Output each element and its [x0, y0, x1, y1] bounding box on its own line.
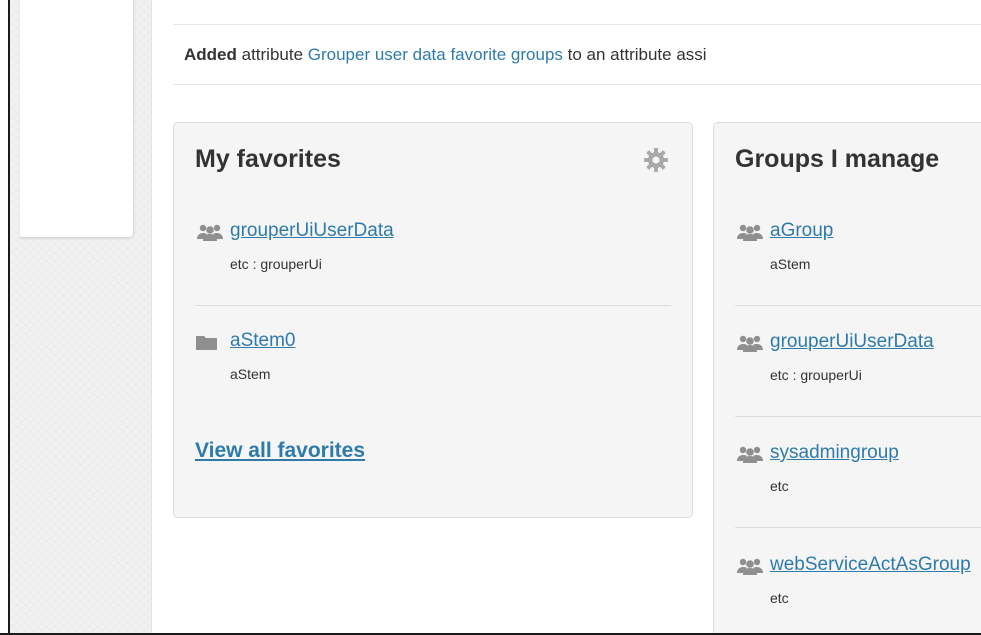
divider — [735, 305, 981, 306]
divider — [735, 527, 981, 528]
managed-group-item: grouperUiUserData etc : grouperUi — [735, 330, 981, 430]
divider — [195, 305, 671, 306]
managed-group-link[interactable]: sysadmingroup — [735, 441, 899, 465]
managed-groups-panel: Groups I manage aGroup aStem grouperUiUs… — [713, 122, 981, 633]
left-sidebar — [10, 0, 152, 633]
managed-group-path: aStem — [770, 256, 811, 272]
previous-message-strip — [173, 0, 981, 25]
favorites-title: My favorites — [195, 145, 341, 173]
managed-group-path: etc : grouperUi — [770, 367, 862, 383]
success-notice: Added attribute Grouper user data favori… — [173, 25, 981, 85]
managed-groups-title: Groups I manage — [735, 145, 940, 173]
notice-text-post: to an attribute assi — [562, 45, 707, 64]
left-sidebar-card — [20, 0, 134, 238]
favorite-item-link[interactable]: aStem0 — [195, 329, 295, 353]
managed-group-link[interactable]: aGroup — [735, 219, 833, 243]
divider — [735, 416, 981, 417]
favorite-item: grouperUiUserData etc : grouperUi — [195, 219, 671, 319]
gear-icon[interactable] — [643, 147, 669, 173]
managed-group-link[interactable]: grouperUiUserData — [735, 330, 934, 354]
favorites-panel: My favorites grouperUiUserData etc: gro… — [173, 122, 693, 518]
notice-bold: Added — [184, 45, 237, 64]
favorite-item: aStem0 aStem — [195, 329, 671, 429]
managed-group-path: etc — [770, 478, 789, 494]
notice-text-pre: attribute — [236, 45, 308, 64]
favorite-item-path: aStem — [230, 366, 271, 382]
view-all-favorites-link[interactable]: View all favorites — [195, 439, 365, 463]
window-frame-left — [0, 0, 10, 635]
managed-group-path: etc — [770, 590, 789, 606]
main-viewport: Added attribute Grouper user data favori… — [153, 0, 981, 633]
notice-attribute-link[interactable]: Grouper user data favorite groups — [308, 45, 563, 64]
favorite-item-link[interactable]: grouperUiUserData — [195, 219, 394, 243]
managed-group-item: aGroup aStem — [735, 219, 981, 319]
managed-group-item: webServiceActAsGroup etc — [735, 553, 981, 633]
managed-group-item: sysadmingroup etc — [735, 441, 981, 541]
managed-group-link[interactable]: webServiceActAsGroup — [735, 553, 971, 577]
main-content: Added attribute Grouper user data favori… — [153, 0, 981, 633]
favorite-item-path: etc : grouperUi — [230, 256, 322, 272]
